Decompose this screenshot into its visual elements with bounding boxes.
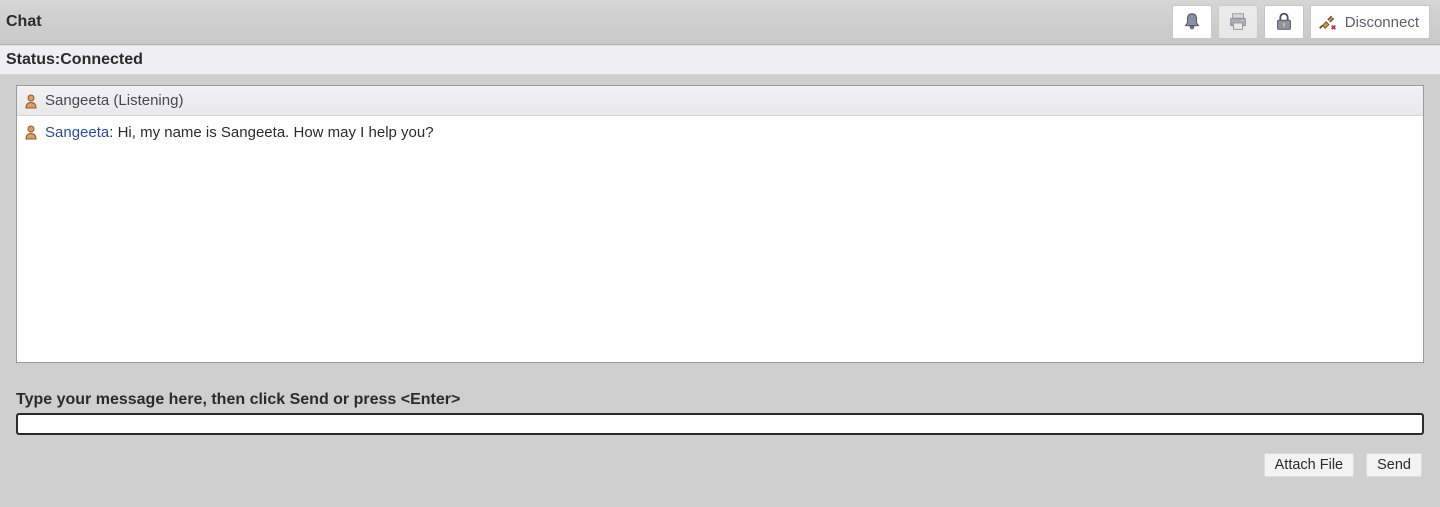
person-icon: [23, 93, 39, 109]
sound-button[interactable]: [1172, 5, 1212, 39]
message-sender: Sangeeta: [45, 124, 109, 141]
send-button[interactable]: Send: [1366, 453, 1422, 477]
status-prefix: Status:: [6, 51, 60, 69]
status-value: Connected: [60, 51, 143, 69]
secure-button[interactable]: [1264, 5, 1304, 39]
toolbar: Disconnect: [1172, 5, 1430, 39]
attach-file-button[interactable]: Attach File: [1264, 453, 1355, 477]
bell-icon: [1181, 11, 1203, 33]
disconnect-button[interactable]: Disconnect: [1310, 5, 1430, 39]
banner-agent-name: Sangeeta: [45, 92, 109, 109]
message-separator: :: [109, 124, 117, 141]
window-title: Chat: [6, 13, 42, 31]
printer-icon: [1227, 11, 1249, 33]
person-icon: [23, 124, 39, 140]
header-bar: Chat: [0, 0, 1440, 45]
input-wrapper: [16, 413, 1424, 435]
message-input[interactable]: [16, 413, 1424, 435]
plug-icon: [1317, 9, 1339, 35]
bottom-actions: Attach File Send: [0, 435, 1440, 477]
chat-transcript: Sangeeta (Listening) Sangeeta: Hi, my na…: [16, 85, 1424, 363]
lock-icon: [1273, 11, 1295, 33]
print-button[interactable]: [1218, 5, 1258, 39]
banner-state: (Listening): [109, 92, 183, 109]
chat-message: Sangeeta: Hi, my name is Sangeeta. How m…: [17, 116, 1423, 147]
status-bar: Status: Connected: [0, 45, 1440, 75]
input-label: Type your message here, then click Send …: [16, 391, 1424, 409]
disconnect-label: Disconnect: [1345, 14, 1419, 31]
agent-status-banner: Sangeeta (Listening): [17, 86, 1423, 116]
message-body: Hi, my name is Sangeeta. How may I help …: [118, 124, 434, 141]
